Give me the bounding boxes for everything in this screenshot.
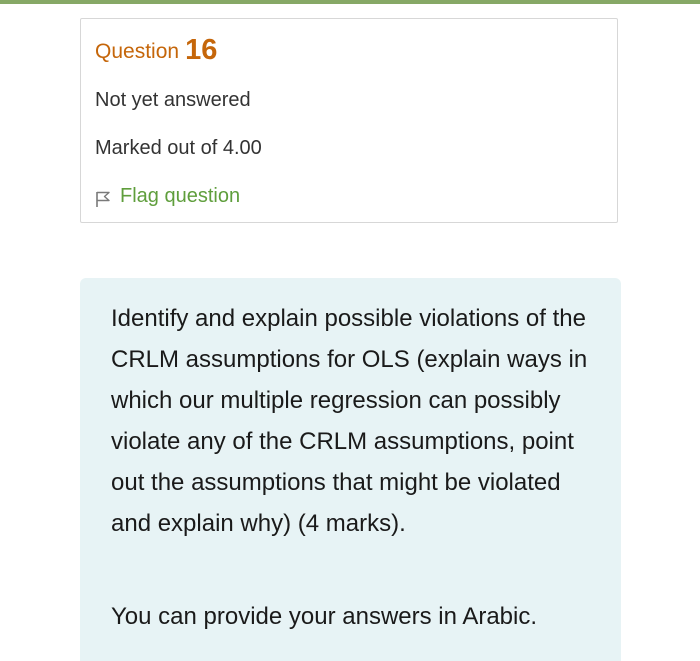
question-text: Identify and explain possible violations… (111, 305, 588, 537)
question-state: Not yet answered (95, 89, 251, 111)
flag-question-link[interactable]: Flag question (95, 181, 240, 211)
flag-question-label: Flag question (120, 185, 241, 207)
question-title: Question 16 (95, 35, 217, 67)
question-number: 16 (185, 34, 218, 66)
question-note: You can provide your answers in Arabic. (111, 603, 538, 630)
question-info-panel: Question 16 Not yet answered Marked out o… (80, 18, 618, 223)
question-text-panel: Identify and explain possible violations… (80, 278, 621, 661)
question-grade: Marked out of 4.00 (95, 137, 262, 159)
question-label: Question (95, 40, 180, 63)
flag-outline-icon (95, 187, 111, 207)
top-accent-bar (0, 0, 700, 4)
